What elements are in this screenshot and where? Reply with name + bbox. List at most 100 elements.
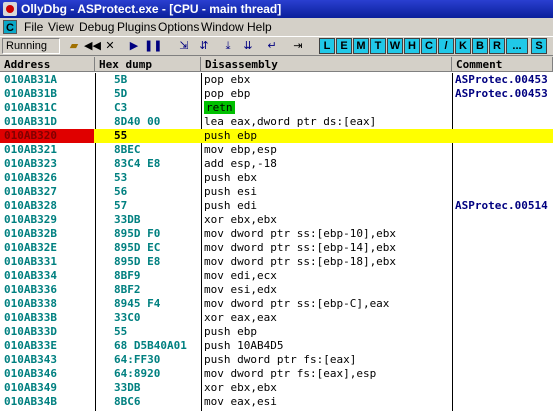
pause-icon[interactable]: ❚❚ bbox=[144, 38, 162, 54]
trace-over-icon[interactable]: ⇊ bbox=[240, 38, 256, 54]
address-cell: 010AB349 bbox=[4, 381, 57, 394]
cpu-window-icon[interactable]: C bbox=[3, 20, 17, 34]
address-cell: 010AB328 bbox=[4, 199, 57, 212]
instruction-row[interactable]: 010AB34B 8BC6 mov eax,esi bbox=[0, 395, 553, 409]
disassembly-cell: mov eax,esi bbox=[204, 395, 277, 408]
call-stack-button[interactable]: K bbox=[455, 38, 471, 54]
instruction-row[interactable]: 010AB33B 33C0 xor eax,eax bbox=[0, 311, 553, 325]
hex-dump-cell: C3 bbox=[114, 101, 128, 114]
instruction-row[interactable]: 010AB33D 55 push ebp bbox=[0, 325, 553, 339]
instruction-row[interactable]: 010AB349 33DB xor ebx,ebx bbox=[0, 381, 553, 395]
instruction-row[interactable]: 010AB338 8945 F4 mov dword ptr ss:[ebp-C],… bbox=[0, 297, 553, 311]
instruction-row[interactable]: 010AB323 83C4 E8 add esp,-18 bbox=[0, 157, 553, 171]
address-cell: 010AB33D bbox=[4, 325, 57, 338]
rewind-icon[interactable]: ◀◀ bbox=[84, 38, 101, 54]
address-cell: 010AB338 bbox=[4, 297, 57, 310]
hex-dump-cell: 5D bbox=[114, 87, 128, 100]
source-button[interactable]: S bbox=[531, 38, 547, 54]
run-icon[interactable]: ▶ bbox=[126, 38, 142, 54]
menu-view[interactable]: View bbox=[48, 18, 74, 36]
run-trace-button[interactable]: ... bbox=[506, 38, 528, 54]
trace-into-icon[interactable]: ⤓ bbox=[220, 38, 236, 54]
header-disassembly[interactable]: Disassembly bbox=[201, 57, 452, 72]
header-comment[interactable]: Comment bbox=[452, 57, 553, 72]
hex-dump-cell: 57 bbox=[114, 199, 128, 212]
comment-cell: ASProtec.00453 bbox=[455, 87, 548, 100]
instruction-row[interactable]: 010AB328 57 push edi ASProtec.00514 bbox=[0, 199, 553, 213]
executable-modules-button[interactable]: E bbox=[336, 38, 352, 54]
cpu-button[interactable]: C bbox=[421, 38, 437, 54]
threads-button[interactable]: T bbox=[370, 38, 386, 54]
close-icon[interactable]: ✕ bbox=[102, 38, 118, 54]
title-bar: OllyDbg - ASProtect.exe - [CPU - main th… bbox=[0, 0, 553, 18]
ollydbg-app-icon[interactable] bbox=[3, 2, 17, 16]
instruction-row[interactable]: 010AB346 64:8920 mov dword ptr fs:[eax],es… bbox=[0, 367, 553, 381]
breakpoints-button[interactable]: B bbox=[472, 38, 488, 54]
instruction-row[interactable]: 010AB31D 8D40 00 lea eax,dword ptr ds:[eax… bbox=[0, 115, 553, 129]
patches-button[interactable]: / bbox=[438, 38, 454, 54]
instruction-row[interactable]: 010AB32B 895D F0 mov dword ptr ss:[ebp-10]… bbox=[0, 227, 553, 241]
debug-status: Running bbox=[2, 38, 60, 54]
instruction-row[interactable]: 010AB31B 5D pop ebp ASProtec.00453 bbox=[0, 87, 553, 101]
address-cell: 010AB31D bbox=[4, 115, 57, 128]
instruction-row[interactable]: 010AB32E 895D EC mov dword ptr ss:[ebp-14]… bbox=[0, 241, 553, 255]
column-header: Address Hex dump Disassembly Comment bbox=[0, 57, 553, 72]
disassembly-pane[interactable]: Address Hex dump Disassembly Comment 010… bbox=[0, 57, 553, 411]
instruction-list: 010AB31A 5B pop ebx ASProtec.00453 010AB31B 5… bbox=[0, 73, 553, 411]
instruction-row[interactable]: 010AB327 56 push esi bbox=[0, 185, 553, 199]
hex-dump-cell: 53 bbox=[114, 171, 128, 184]
instruction-row[interactable]: 010AB336 8BF2 mov esi,edx bbox=[0, 283, 553, 297]
open-icon[interactable]: ▰ bbox=[66, 38, 82, 54]
execute-till-return-icon[interactable]: ↵ bbox=[264, 38, 280, 54]
return-instruction: retn bbox=[204, 101, 235, 114]
handles-button[interactable]: H bbox=[404, 38, 420, 54]
instruction-row[interactable]: 010AB321 8BEC mov ebp,esp bbox=[0, 143, 553, 157]
menu-options[interactable]: Options bbox=[158, 18, 199, 36]
menu-debug[interactable]: Debug bbox=[79, 18, 114, 36]
comment-cell: ASProtec.00453 bbox=[455, 73, 548, 86]
instruction-row[interactable]: 010AB331 895D E8 mov dword ptr ss:[ebp-18]… bbox=[0, 255, 553, 269]
address-cell: 010AB331 bbox=[4, 255, 57, 268]
toolbar: Running ▰ ◀◀ ✕ ▶ ❚❚ ⇲ ⇵ ⤓ ⇊ ↵ ⇥ L E M T … bbox=[0, 36, 553, 56]
instruction-row[interactable]: 010AB31A 5B pop ebx ASProtec.00453 bbox=[0, 73, 553, 87]
address-cell: 010AB343 bbox=[4, 353, 57, 366]
step-into-icon[interactable]: ⇲ bbox=[176, 38, 192, 54]
windows-button[interactable]: W bbox=[387, 38, 403, 54]
instruction-row[interactable]: 010AB343 64:FF30 push dword ptr fs:[eax] bbox=[0, 353, 553, 367]
menu-window[interactable]: Window bbox=[201, 18, 244, 36]
ollydbg-window: OllyDbg - ASProtect.exe - [CPU - main th… bbox=[0, 0, 553, 411]
disassembly-cell: pop ebx bbox=[204, 73, 251, 86]
instruction-row[interactable]: 010AB329 33DB xor ebx,ebx bbox=[0, 213, 553, 227]
disassembly-cell: mov esi,edx bbox=[204, 283, 277, 296]
log-window-button[interactable]: L bbox=[319, 38, 335, 54]
disassembly-cell: push ebx bbox=[204, 171, 257, 184]
hex-dump-cell: 8BEC bbox=[114, 143, 141, 156]
instruction-row[interactable]: 010AB326 53 push ebx bbox=[0, 171, 553, 185]
disassembly-cell: retn bbox=[204, 101, 452, 115]
goto-icon[interactable]: ⇥ bbox=[290, 38, 306, 54]
hex-dump-cell: 33DB bbox=[114, 213, 141, 226]
step-over-icon[interactable]: ⇵ bbox=[196, 38, 212, 54]
menu-file[interactable]: File bbox=[24, 18, 43, 36]
disassembly-cell: push dword ptr fs:[eax] bbox=[204, 353, 357, 366]
hex-dump-cell: 895D F0 bbox=[114, 227, 161, 240]
disassembly-cell: push edi bbox=[204, 199, 257, 212]
address-cell: 010AB323 bbox=[4, 157, 57, 170]
address-cell: 010AB321 bbox=[4, 143, 57, 156]
instruction-row[interactable]: 010AB31C C3 retn bbox=[0, 101, 553, 115]
instruction-row[interactable]: 010AB334 8BF9 mov edi,ecx bbox=[0, 269, 553, 283]
hex-dump-cell: 55 bbox=[114, 325, 128, 338]
instruction-row[interactable]: 010AB320 55 push ebp bbox=[0, 129, 553, 143]
menu-plugins[interactable]: Plugins bbox=[117, 18, 156, 36]
hex-dump-cell: 33DB bbox=[114, 381, 141, 394]
menu-help[interactable]: Help bbox=[247, 18, 272, 36]
hex-dump-cell: 8BF2 bbox=[114, 283, 141, 296]
references-button[interactable]: R bbox=[489, 38, 505, 54]
header-address[interactable]: Address bbox=[0, 57, 95, 72]
instruction-row[interactable]: 010AB33E 68 D5B40A01 push 10AB4D5 bbox=[0, 339, 553, 353]
window-title: OllyDbg - ASProtect.exe - [CPU - main th… bbox=[21, 2, 282, 16]
memory-map-button[interactable]: M bbox=[353, 38, 369, 54]
header-hex-dump[interactable]: Hex dump bbox=[95, 57, 201, 72]
address-cell: 010AB320 bbox=[0, 129, 94, 143]
hex-dump-cell: 895D E8 bbox=[114, 255, 161, 268]
